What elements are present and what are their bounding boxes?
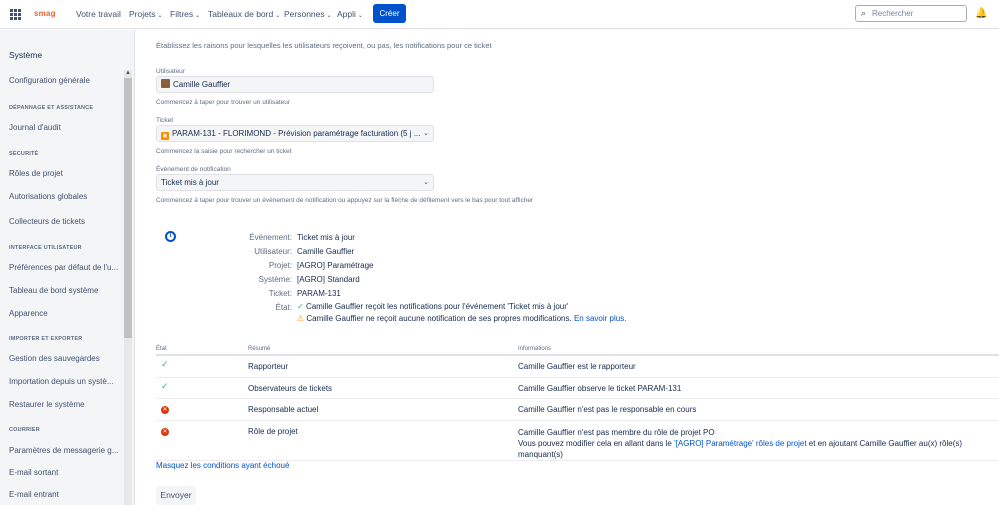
sidebar-item-restaurer[interactable]: Restaurer le système — [9, 400, 119, 409]
nav-people[interactable]: Personnes ⌄ — [284, 9, 332, 19]
chevron-down-icon: ⌄ — [423, 179, 429, 186]
search-box[interactable]: ⌕ — [855, 5, 967, 22]
search-icon: ⌕ — [861, 8, 867, 18]
notifications-icon[interactable]: 🔔 — [975, 8, 987, 19]
summary-ticket-link[interactable]: PARAM-131 — [297, 289, 341, 298]
error-icon: ✕ — [161, 405, 169, 414]
chevron-down-icon: ⌄ — [357, 13, 363, 19]
logo[interactable]: smag — [34, 9, 56, 18]
user-field-help: Commencez à taper pour trouver un utilis… — [156, 99, 291, 106]
summary-state-label: État: — [275, 303, 292, 312]
nav-your-work[interactable]: Votre travail — [76, 9, 121, 19]
column-header-info: Informations — [518, 344, 999, 356]
project-roles-link[interactable]: '[AGRO] Paramétrage' rôles de projet — [674, 439, 806, 448]
sidebar-item-collecteurs[interactable]: Collecteurs de tickets — [9, 217, 119, 226]
user-picker[interactable]: Camille Gauffier — [156, 76, 434, 93]
sidebar-item-journal[interactable]: Journal d'audit — [9, 123, 119, 132]
create-button[interactable]: Créer — [373, 4, 406, 23]
summary-ticket-label: Ticket: — [268, 289, 292, 298]
check-icon: ✓ — [297, 302, 304, 311]
summary-project-link[interactable]: [AGRO] Paramétrage — [297, 261, 373, 270]
sidebar-item-autorisations[interactable]: Autorisations globales — [9, 192, 119, 201]
sidebar-item-roles[interactable]: Rôles de projet — [9, 169, 119, 178]
summary-system-label: Système: — [258, 275, 292, 284]
row-summary: Responsable actuel — [248, 398, 518, 421]
sidebar-section-interface: INTERFACE UTILISATEUR — [9, 245, 82, 251]
row-summary: Observateurs de tickets — [248, 377, 518, 399]
info-icon: i — [165, 231, 176, 242]
warning-icon: ⚠ — [297, 314, 305, 323]
summary-state-line2: ⚠ Camille Gauffier ne reçoit aucune noti… — [297, 314, 627, 323]
chevron-down-icon: ⌄ — [423, 130, 429, 137]
sidebar-item-config[interactable]: Configuration générale — [9, 76, 119, 85]
sidebar-item-entrant[interactable]: E-mail entrant — [9, 490, 119, 499]
summary-state-line1: ✓ Camille Gauffier reçoit les notificati… — [297, 302, 569, 311]
sidebar-item-importation[interactable]: Importation depuis un systè... — [9, 377, 119, 386]
event-select[interactable]: Ticket mis à jour ⌄ — [156, 174, 434, 191]
learn-more-link[interactable]: En savoir plus — [574, 314, 624, 323]
user-field-label: Utilisateur — [156, 68, 185, 75]
chevron-down-icon: ⌄ — [157, 13, 163, 19]
hide-failed-conditions-link[interactable]: Masquez les conditions ayant échoué — [156, 461, 289, 470]
sidebar: ▲ Système Configuration générale DÉPANNA… — [0, 30, 135, 505]
sidebar-section-importer: IMPORTER ET EXPORTER — [9, 336, 83, 342]
chevron-down-icon: ⌄ — [275, 13, 281, 19]
table-row: ✕ Rôle de projet Camille Gauffier n'est … — [156, 420, 999, 461]
row-summary: Rôle de projet — [248, 420, 518, 461]
column-header-state: État — [156, 344, 248, 356]
sidebar-item-sortant[interactable]: E-mail sortant — [9, 468, 119, 477]
sidebar-section-courrier: COURRIER — [9, 427, 40, 433]
error-icon: ✕ — [161, 427, 169, 436]
scroll-up-icon[interactable]: ▲ — [125, 70, 131, 76]
row-info: Camille Gauffier observe le ticket PARAM… — [518, 377, 999, 399]
chevron-down-icon: ⌄ — [326, 13, 332, 19]
sidebar-title: Système — [9, 50, 43, 60]
ticket-type-icon: ▣ — [161, 132, 169, 140]
check-icon: ✓ — [161, 359, 169, 369]
table-row: ✓ Observateurs de tickets Camille Gauffi… — [156, 377, 999, 399]
summary-system-link[interactable]: [AGRO] Standard — [297, 275, 360, 284]
search-input[interactable] — [872, 8, 962, 19]
sidebar-section-securite: SÉCURITÉ — [9, 151, 39, 157]
summary-event-label: Événement: — [249, 233, 292, 242]
sidebar-item-apparence[interactable]: Apparence — [9, 309, 119, 318]
top-navigation: smag Votre travail Projets ⌄ Filtres ⌄ Tab… — [0, 0, 999, 29]
row-info: Camille Gauffier n'est pas membre du rôl… — [518, 420, 999, 461]
sidebar-item-sauvegardes[interactable]: Gestion des sauvegardes — [9, 354, 119, 363]
nav-projects[interactable]: Projets ⌄ — [129, 9, 163, 19]
page-intro: Établissez les raisons pour lesquelles l… — [156, 41, 492, 50]
sidebar-item-tableau[interactable]: Tableau de bord système — [9, 286, 119, 295]
avatar — [161, 79, 170, 88]
nav-filters[interactable]: Filtres ⌄ — [170, 9, 200, 19]
row-info: Camille Gauffier est le rapporteur — [518, 355, 999, 378]
table-row: ✓ Rapporteur Camille Gauffier est le rap… — [156, 355, 999, 378]
summary-event-value: Ticket mis à jour — [297, 233, 355, 242]
sidebar-item-messagerie[interactable]: Paramètres de messagerie g... — [9, 446, 119, 455]
event-field-label: Événement de notification — [156, 166, 231, 173]
summary-project-label: Projet: — [268, 261, 292, 270]
sidebar-scrollbar-thumb[interactable] — [124, 78, 132, 338]
summary-user-label: Utilisateur: — [254, 247, 292, 256]
row-summary: Rapporteur — [248, 355, 518, 378]
ticket-field-label: Ticket — [156, 117, 174, 124]
sidebar-item-preferences[interactable]: Préférences par défaut de l'u... — [9, 263, 119, 272]
check-icon: ✓ — [161, 380, 169, 391]
chevron-down-icon: ⌄ — [195, 13, 201, 19]
nav-dashboards[interactable]: Tableaux de bord ⌄ — [208, 9, 280, 19]
conditions-table: État Résumé Informations ✓ Rapporteur Ca… — [156, 344, 999, 461]
summary-user-link[interactable]: Camille Gauffier — [297, 247, 354, 256]
row-info: Camille Gauffier n'est pas le responsabl… — [518, 398, 999, 421]
column-header-summary: Résumé — [248, 344, 518, 356]
ticket-field-help: Commencez la saisie pour rechercher un t… — [156, 148, 292, 155]
table-header-row: État Résumé Informations — [156, 344, 999, 356]
table-row: ✕ Responsable actuel Camille Gauffier n'… — [156, 398, 999, 421]
event-field-help: Commencez à taper pour trouver un événem… — [156, 197, 534, 204]
app-switcher-icon[interactable] — [10, 9, 21, 20]
ticket-picker[interactable]: ▣ PARAM-131 - FLORIMOND - Prévision param… — [156, 125, 434, 142]
send-button[interactable]: Envoyer — [156, 486, 196, 505]
nav-apps[interactable]: Appli ⌄ — [337, 9, 363, 19]
sidebar-section-depannage: DÉPANNAGE ET ASSISTANCE — [9, 105, 94, 111]
